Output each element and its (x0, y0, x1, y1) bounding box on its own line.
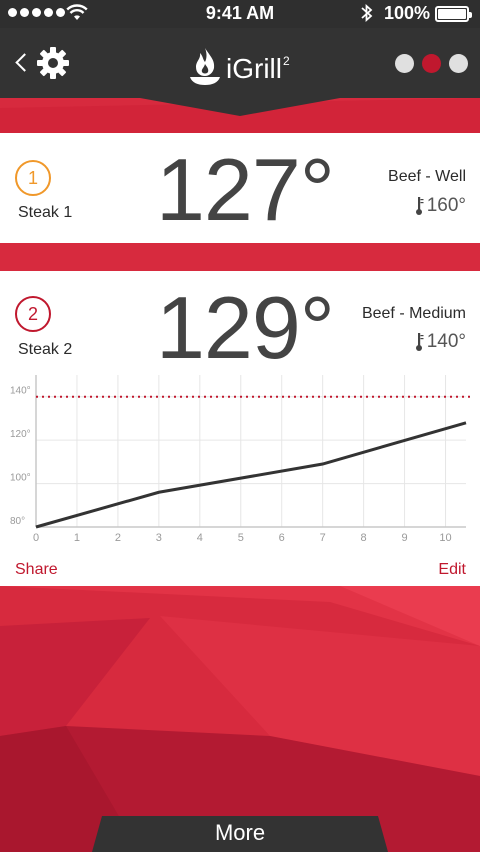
chevron-left-icon (15, 53, 34, 72)
status-bar: 9:41 AM 100% (0, 0, 480, 28)
battery-percent: 100% (384, 3, 431, 23)
probe-card-2[interactable]: 2 Steak 2 129° Beef - Medium 140° 0 1 2 3 4 5… (0, 271, 480, 586)
probe-preset: Beef - Well (388, 168, 466, 185)
more-button[interactable]: More (92, 816, 388, 852)
page-dot-3[interactable] (449, 54, 468, 73)
probe-preset: Beef - Medium (361, 305, 466, 322)
page-indicator (395, 54, 468, 73)
x-tick-label: 6 (279, 532, 285, 544)
x-tick-label: 3 (156, 532, 162, 544)
thermometer-icon (415, 197, 424, 215)
probe-target-temp: 160° (426, 195, 466, 216)
probe-card-1[interactable]: 1 Steak 1 127° Beef - Well 160° (0, 133, 480, 243)
divider-band (0, 243, 480, 271)
probe-current-temp: 127° (155, 140, 335, 239)
header-band (0, 98, 480, 133)
y-tick-label: 100° (10, 473, 31, 484)
x-tick-label: 5 (238, 532, 244, 544)
x-tick-label: 8 (361, 532, 367, 544)
nav-bar: iGrill 2 (0, 28, 480, 98)
brand-name: iGrill (226, 53, 282, 84)
brand-superscript: 2 (283, 54, 290, 68)
thermometer-icon (415, 333, 424, 351)
temperature-chart: 0 1 2 3 4 5 6 7 8 9 10 80° 100° 120° 140° (10, 375, 470, 544)
x-tick-label: 1 (74, 532, 80, 544)
temperature-line (35, 421, 467, 529)
decorative-background (0, 586, 480, 852)
y-tick-label: 120° (10, 429, 31, 440)
probe-target: 140° (414, 331, 466, 353)
probe-number-badge: 1 (15, 160, 51, 196)
x-tick-label: 9 (402, 532, 408, 544)
back-settings-button[interactable] (14, 46, 74, 80)
edit-button[interactable]: Edit (438, 561, 466, 579)
probe-target-temp: 140° (426, 331, 466, 352)
gear-icon (37, 47, 69, 79)
more-label: More (214, 820, 266, 845)
x-tick-label: 0 (33, 532, 39, 544)
x-tick-label: 10 (439, 532, 451, 544)
flame-icon (190, 48, 220, 85)
page-dot-1[interactable] (395, 54, 414, 73)
probe-number-badge: 2 (15, 296, 51, 332)
y-tick-label: 140° (10, 386, 31, 397)
x-tick-label: 7 (320, 532, 326, 544)
igrill-logo: iGrill 2 (188, 40, 290, 86)
x-tick-label: 4 (197, 532, 203, 544)
y-tick-label: 80° (10, 516, 25, 527)
page-dot-2[interactable] (422, 54, 441, 73)
battery-icon (435, 6, 472, 22)
bluetooth-icon (361, 3, 373, 23)
probe-target: 160° (414, 195, 466, 217)
x-tick-label: 2 (115, 532, 121, 544)
probe-name: Steak 1 (18, 204, 73, 221)
share-button[interactable]: Share (15, 561, 58, 579)
probe-current-temp: 129° (155, 278, 335, 377)
probe-name: Steak 2 (18, 341, 73, 358)
